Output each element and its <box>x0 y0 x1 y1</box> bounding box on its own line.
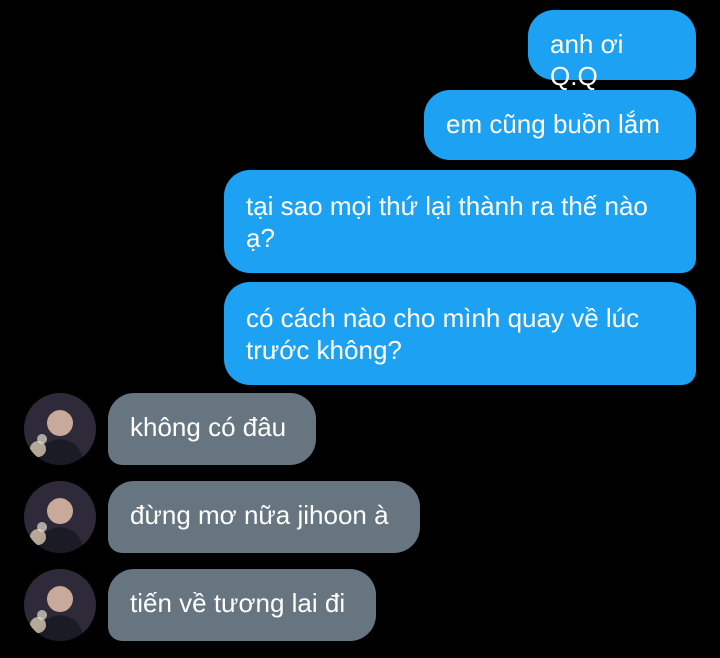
received-message[interactable]: đừng mơ nữa jihoon à <box>108 481 420 553</box>
contact-avatar[interactable] <box>24 481 96 553</box>
contact-avatar[interactable] <box>24 569 96 641</box>
sent-message[interactable]: em cũng buồn lắm <box>424 90 696 160</box>
chat-thread: anh ơi Q.Q em cũng buồn lắm tại sao mọi … <box>0 0 720 658</box>
sent-message[interactable]: anh ơi Q.Q <box>528 10 696 91</box>
contact-avatar[interactable] <box>24 393 96 465</box>
sent-message[interactable]: tại sao mọi thứ lại thành ra thế nào ạ? <box>224 170 696 273</box>
received-message[interactable]: không có đâu <box>108 393 316 465</box>
sent-message[interactable]: có cách nào cho mình quay về lúc trước k… <box>224 282 696 385</box>
received-message[interactable]: tiến về tương lai đi <box>108 569 376 641</box>
